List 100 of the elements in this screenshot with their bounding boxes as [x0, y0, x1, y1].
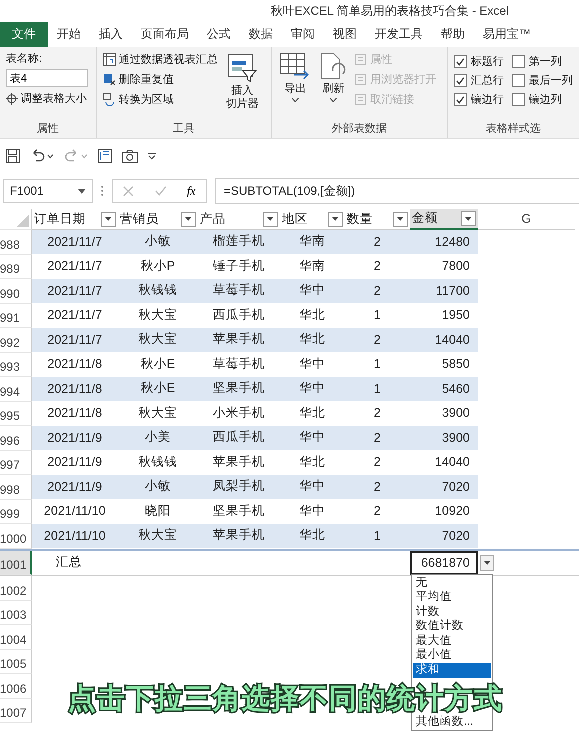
- filter-button[interactable]: [263, 212, 278, 226]
- ribbon-tab[interactable]: 视图: [324, 22, 366, 47]
- row-number: 999: [0, 500, 32, 524]
- resize-table-button[interactable]: 调整表格大小: [6, 90, 90, 107]
- ribbon-tab[interactable]: 数据: [240, 22, 282, 47]
- table-cell-text: 秋大宝: [138, 306, 178, 324]
- menu-item[interactable]: 最小值: [413, 648, 491, 664]
- caret-icon: [292, 98, 299, 102]
- table-cell-text: 7020: [441, 480, 471, 494]
- menu-item[interactable]: 最大值: [413, 634, 491, 648]
- filter-button[interactable]: [181, 212, 196, 226]
- column-header: G: [520, 212, 532, 226]
- group-label: 工具: [172, 122, 196, 136]
- tool-button[interactable]: 转换为区域: [102, 91, 218, 108]
- table-cell-text: 2021/11/7: [46, 308, 104, 322]
- checkbox[interactable]: [512, 74, 525, 87]
- table-cell-text: 5850: [441, 357, 471, 372]
- menu-item[interactable]: 平均值: [413, 590, 491, 605]
- slicer-icon: [227, 53, 258, 83]
- remove-duplicates-icon: [102, 73, 116, 86]
- table-cell-text: 2: [373, 430, 382, 445]
- table-cell-text: 2021/11/10: [43, 528, 107, 543]
- ribbon-tab[interactable]: 帮助: [432, 22, 474, 47]
- checked-box[interactable]: [454, 55, 467, 68]
- form-icon[interactable]: [98, 149, 112, 163]
- export-icon: [280, 53, 310, 81]
- table-name-field[interactable]: 表4: [6, 69, 88, 87]
- menu-item[interactable]: 计数: [413, 604, 491, 620]
- style-option-checkbox[interactable]: 镶边列: [512, 92, 573, 107]
- table-cell-text: 华北: [298, 454, 326, 471]
- insert-slicer-button[interactable]: 插入 切片器: [224, 51, 261, 121]
- row-number: 993: [0, 352, 32, 377]
- export-button[interactable]: 导出: [278, 51, 312, 121]
- ribbon-tab[interactable]: 开始: [48, 22, 90, 47]
- dropdown-button[interactable]: [480, 554, 494, 571]
- style-option-checkbox[interactable]: 汇总行: [454, 73, 504, 88]
- checked-box[interactable]: [454, 74, 467, 87]
- style-option-checkbox[interactable]: 最后一列: [512, 73, 573, 88]
- menu-item[interactable]: 数值计数: [413, 619, 491, 634]
- table-cell-text: 1: [373, 528, 382, 543]
- tool-button[interactable]: 删除重复值: [102, 71, 218, 88]
- ribbon-tab[interactable]: 开发工具: [366, 22, 432, 47]
- filter-button[interactable]: [328, 212, 343, 226]
- table-cell-text: 1: [373, 382, 382, 396]
- table-cell-text: 华中: [298, 502, 326, 520]
- checkbox[interactable]: [512, 55, 525, 68]
- column-header: 订单日期: [34, 210, 86, 228]
- resize-icon: [6, 92, 18, 104]
- table-cell-text: 2: [373, 284, 382, 298]
- table-cell-text: 2021/11/10: [43, 504, 107, 518]
- insert-function-button[interactable]: fx: [187, 184, 196, 198]
- customize-caret-icon[interactable]: [148, 152, 156, 160]
- table-cell-text: 小敏: [144, 233, 172, 250]
- style-option-checkbox[interactable]: 标题行: [454, 54, 504, 69]
- table-cell-text: 华中: [298, 380, 326, 398]
- table-cell-text: 华南: [298, 258, 326, 275]
- checkbox[interactable]: [512, 93, 525, 106]
- ribbon-tab[interactable]: 审阅: [282, 22, 324, 47]
- menu-item[interactable]: 求和: [413, 663, 491, 678]
- column-header: 数量: [347, 210, 373, 228]
- ribbon-tab[interactable]: 页面布局: [132, 22, 198, 47]
- name-box[interactable]: F1001: [3, 179, 93, 203]
- filter-button[interactable]: [461, 211, 476, 226]
- filter-button[interactable]: [101, 212, 116, 226]
- table-cell-text: 华中: [298, 356, 326, 373]
- ribbon-tab[interactable]: 公式: [198, 22, 240, 47]
- table-cell-text: 凤梨手机: [212, 478, 266, 496]
- menu-item[interactable]: 其他函数...: [413, 714, 491, 730]
- ribbon-tab[interactable]: 插入: [90, 22, 132, 47]
- ribbon-tab[interactable]: 文件: [0, 22, 48, 47]
- table-cell-text: 秋小E: [140, 380, 176, 398]
- table-cell-text: 苹果手机: [212, 527, 266, 544]
- row-number: 1001: [0, 550, 32, 575]
- refresh-button[interactable]: 刷新: [318, 51, 348, 121]
- checked-box[interactable]: [454, 93, 467, 106]
- caret-icon: [78, 188, 86, 194]
- style-option-checkbox[interactable]: 镶边行: [454, 92, 504, 107]
- group-label: 表格样式选: [484, 122, 542, 136]
- row-number: 991: [0, 304, 32, 328]
- filter-button[interactable]: [393, 212, 408, 226]
- row-number: 989: [0, 254, 32, 279]
- table-cell-text: 12480: [434, 234, 471, 249]
- save-icon[interactable]: [6, 149, 20, 163]
- tool-button[interactable]: 通过数据透视表汇总: [102, 51, 218, 68]
- camera-icon[interactable]: [122, 150, 138, 162]
- total-label: 汇总: [55, 554, 83, 572]
- table-cell-text: 秋大宝: [138, 404, 178, 422]
- caret-icon: [465, 216, 472, 220]
- table-cell-text: 华北: [298, 306, 326, 324]
- formula-field[interactable]: =SUBTOTAL(109,[金额]): [215, 178, 579, 204]
- table-cell-text: 秋小E: [140, 356, 176, 373]
- caret-icon: [105, 217, 112, 221]
- table-cell-text: 14040: [434, 332, 471, 347]
- table-cell-text: 小米手机: [212, 404, 266, 422]
- table-cell-text: 苹果手机: [212, 454, 266, 471]
- row-number: 995: [0, 402, 32, 426]
- ribbon-tab[interactable]: 易用宝™: [474, 22, 540, 47]
- table-cell-text: 锤子手机: [212, 258, 266, 275]
- menu-item[interactable]: 无: [413, 576, 491, 590]
- style-option-checkbox[interactable]: 第一列: [512, 54, 573, 69]
